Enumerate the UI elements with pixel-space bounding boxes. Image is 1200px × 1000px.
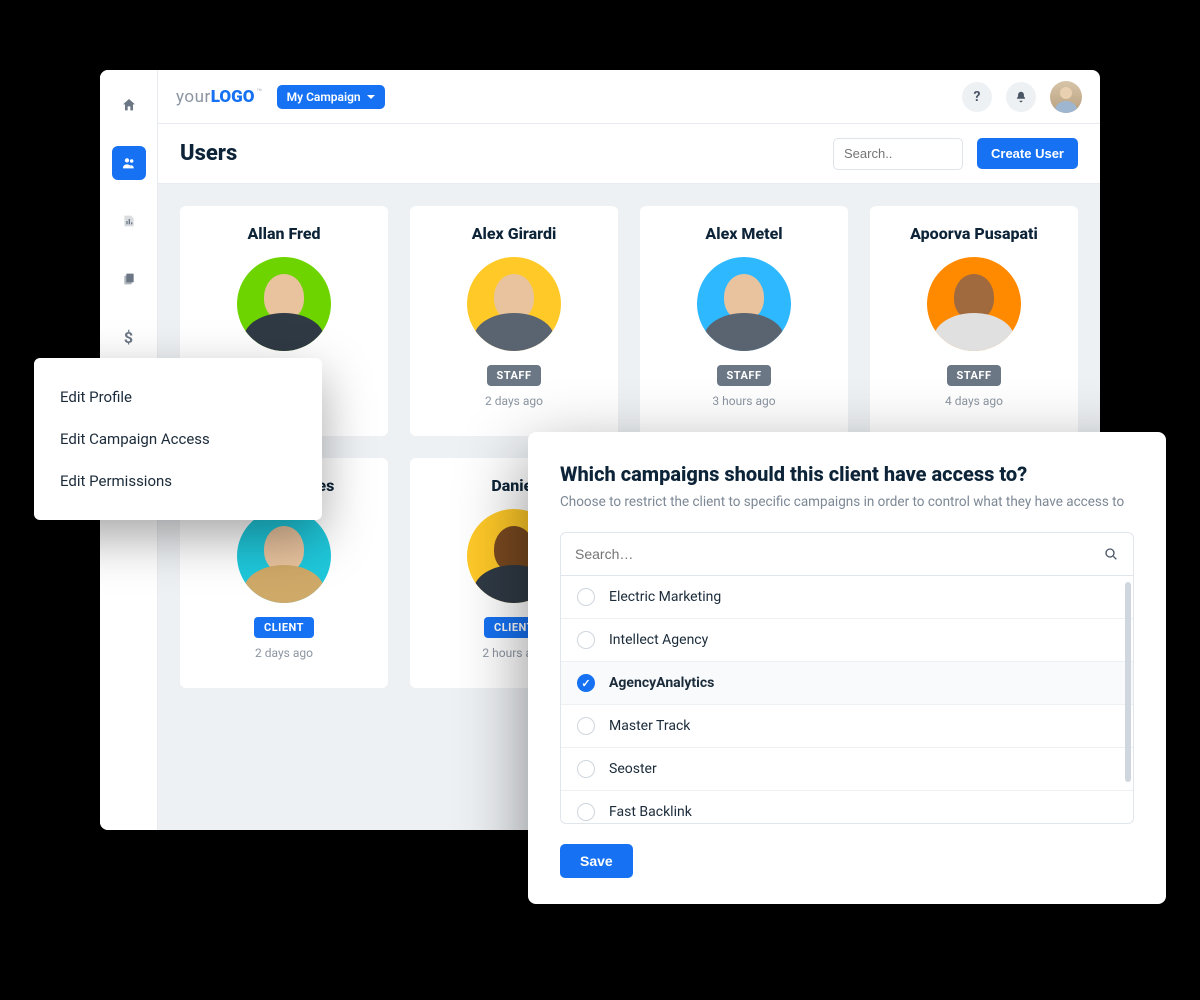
context-menu-item[interactable]: Edit Profile xyxy=(34,376,322,418)
campaign-option-list: Electric Marketing Intellect Agency ✓ Agenc… xyxy=(560,576,1134,824)
logo: yourLOGO™ xyxy=(176,87,263,107)
search-icon xyxy=(1103,546,1119,562)
role-badge: STAFF xyxy=(487,365,542,386)
campaign-option[interactable]: Master Track xyxy=(561,705,1133,748)
page-header: Users Create User xyxy=(158,124,1100,184)
notifications-button[interactable] xyxy=(1006,82,1036,112)
save-button[interactable]: Save xyxy=(560,844,633,878)
sidebar-item-files[interactable] xyxy=(112,262,146,296)
dollar-icon: $ xyxy=(124,328,133,347)
campaign-option[interactable]: ✓ AgencyAnalytics xyxy=(561,662,1133,705)
copy-icon xyxy=(121,271,137,287)
home-icon xyxy=(121,97,137,113)
dialog-title: Which campaigns should this client have … xyxy=(560,462,1134,486)
help-button[interactable]: ? xyxy=(962,82,992,112)
context-menu-item[interactable]: Edit Campaign Access xyxy=(34,418,322,460)
role-badge: CLIENT xyxy=(254,617,314,638)
user-avatar[interactable] xyxy=(1050,81,1082,113)
user-avatar xyxy=(237,509,331,603)
campaign-option[interactable]: Intellect Agency xyxy=(561,619,1133,662)
last-active: 3 hours ago xyxy=(712,394,775,408)
role-badge: STAFF xyxy=(947,365,1002,386)
last-active: 2 days ago xyxy=(255,646,313,660)
question-icon: ? xyxy=(974,89,981,105)
sidebar-item-reports[interactable] xyxy=(112,204,146,238)
user-card[interactable]: Alex Metel STAFF 3 hours ago xyxy=(640,206,848,436)
user-card[interactable]: Apoorva Pusapati STAFF 4 days ago xyxy=(870,206,1078,436)
campaign-option-label: Fast Backlink xyxy=(609,804,692,820)
create-user-button[interactable]: Create User xyxy=(977,138,1078,169)
campaign-option-label: Electric Marketing xyxy=(609,589,721,605)
user-name: Alex Metel xyxy=(705,224,782,243)
search-input[interactable] xyxy=(833,138,963,170)
dialog-search-input[interactable] xyxy=(575,546,1103,562)
radio-icon xyxy=(577,588,595,606)
campaign-option[interactable]: Fast Backlink xyxy=(561,791,1133,824)
page-title: Users xyxy=(180,141,237,166)
sidebar-item-users[interactable] xyxy=(112,146,146,180)
user-avatar xyxy=(237,257,331,351)
radio-icon xyxy=(577,631,595,649)
sidebar-item-home[interactable] xyxy=(112,88,146,122)
campaign-option[interactable]: Electric Marketing xyxy=(561,576,1133,619)
user-avatar xyxy=(697,257,791,351)
context-menu: Edit ProfileEdit Campaign AccessEdit Per… xyxy=(34,358,322,520)
campaign-access-dialog: Which campaigns should this client have … xyxy=(528,432,1166,904)
dialog-subtitle: Choose to restrict the client to specifi… xyxy=(560,494,1134,510)
sidebar-item-billing[interactable]: $ xyxy=(112,320,146,354)
last-active: 4 days ago xyxy=(945,394,1003,408)
radio-icon xyxy=(577,717,595,735)
campaign-option[interactable]: Seoster xyxy=(561,748,1133,791)
bell-icon xyxy=(1014,90,1028,104)
campaign-selector[interactable]: My Campaign xyxy=(277,85,385,109)
dialog-search xyxy=(560,532,1134,576)
role-badge: STAFF xyxy=(717,365,772,386)
radio-icon xyxy=(577,803,595,821)
user-avatar xyxy=(927,257,1021,351)
topbar: yourLOGO™ My Campaign ? xyxy=(158,70,1100,124)
user-card[interactable]: Alex Girardi STAFF 2 days ago xyxy=(410,206,618,436)
campaign-option-label: Seoster xyxy=(609,761,657,777)
campaign-option-label: Intellect Agency xyxy=(609,632,708,648)
campaign-option-label: AgencyAnalytics xyxy=(609,675,714,691)
user-name: Apoorva Pusapati xyxy=(910,224,1038,243)
user-name: Allan Fred xyxy=(247,224,320,243)
users-icon xyxy=(121,155,137,171)
user-name: Alex Girardi xyxy=(472,224,557,243)
last-active: 2 days ago xyxy=(485,394,543,408)
radio-icon xyxy=(577,760,595,778)
context-menu-item[interactable]: Edit Permissions xyxy=(34,460,322,502)
chart-icon xyxy=(121,213,137,229)
check-icon: ✓ xyxy=(577,674,595,692)
user-avatar xyxy=(467,257,561,351)
scrollbar[interactable] xyxy=(1125,582,1131,782)
campaign-option-label: Master Track xyxy=(609,718,690,734)
